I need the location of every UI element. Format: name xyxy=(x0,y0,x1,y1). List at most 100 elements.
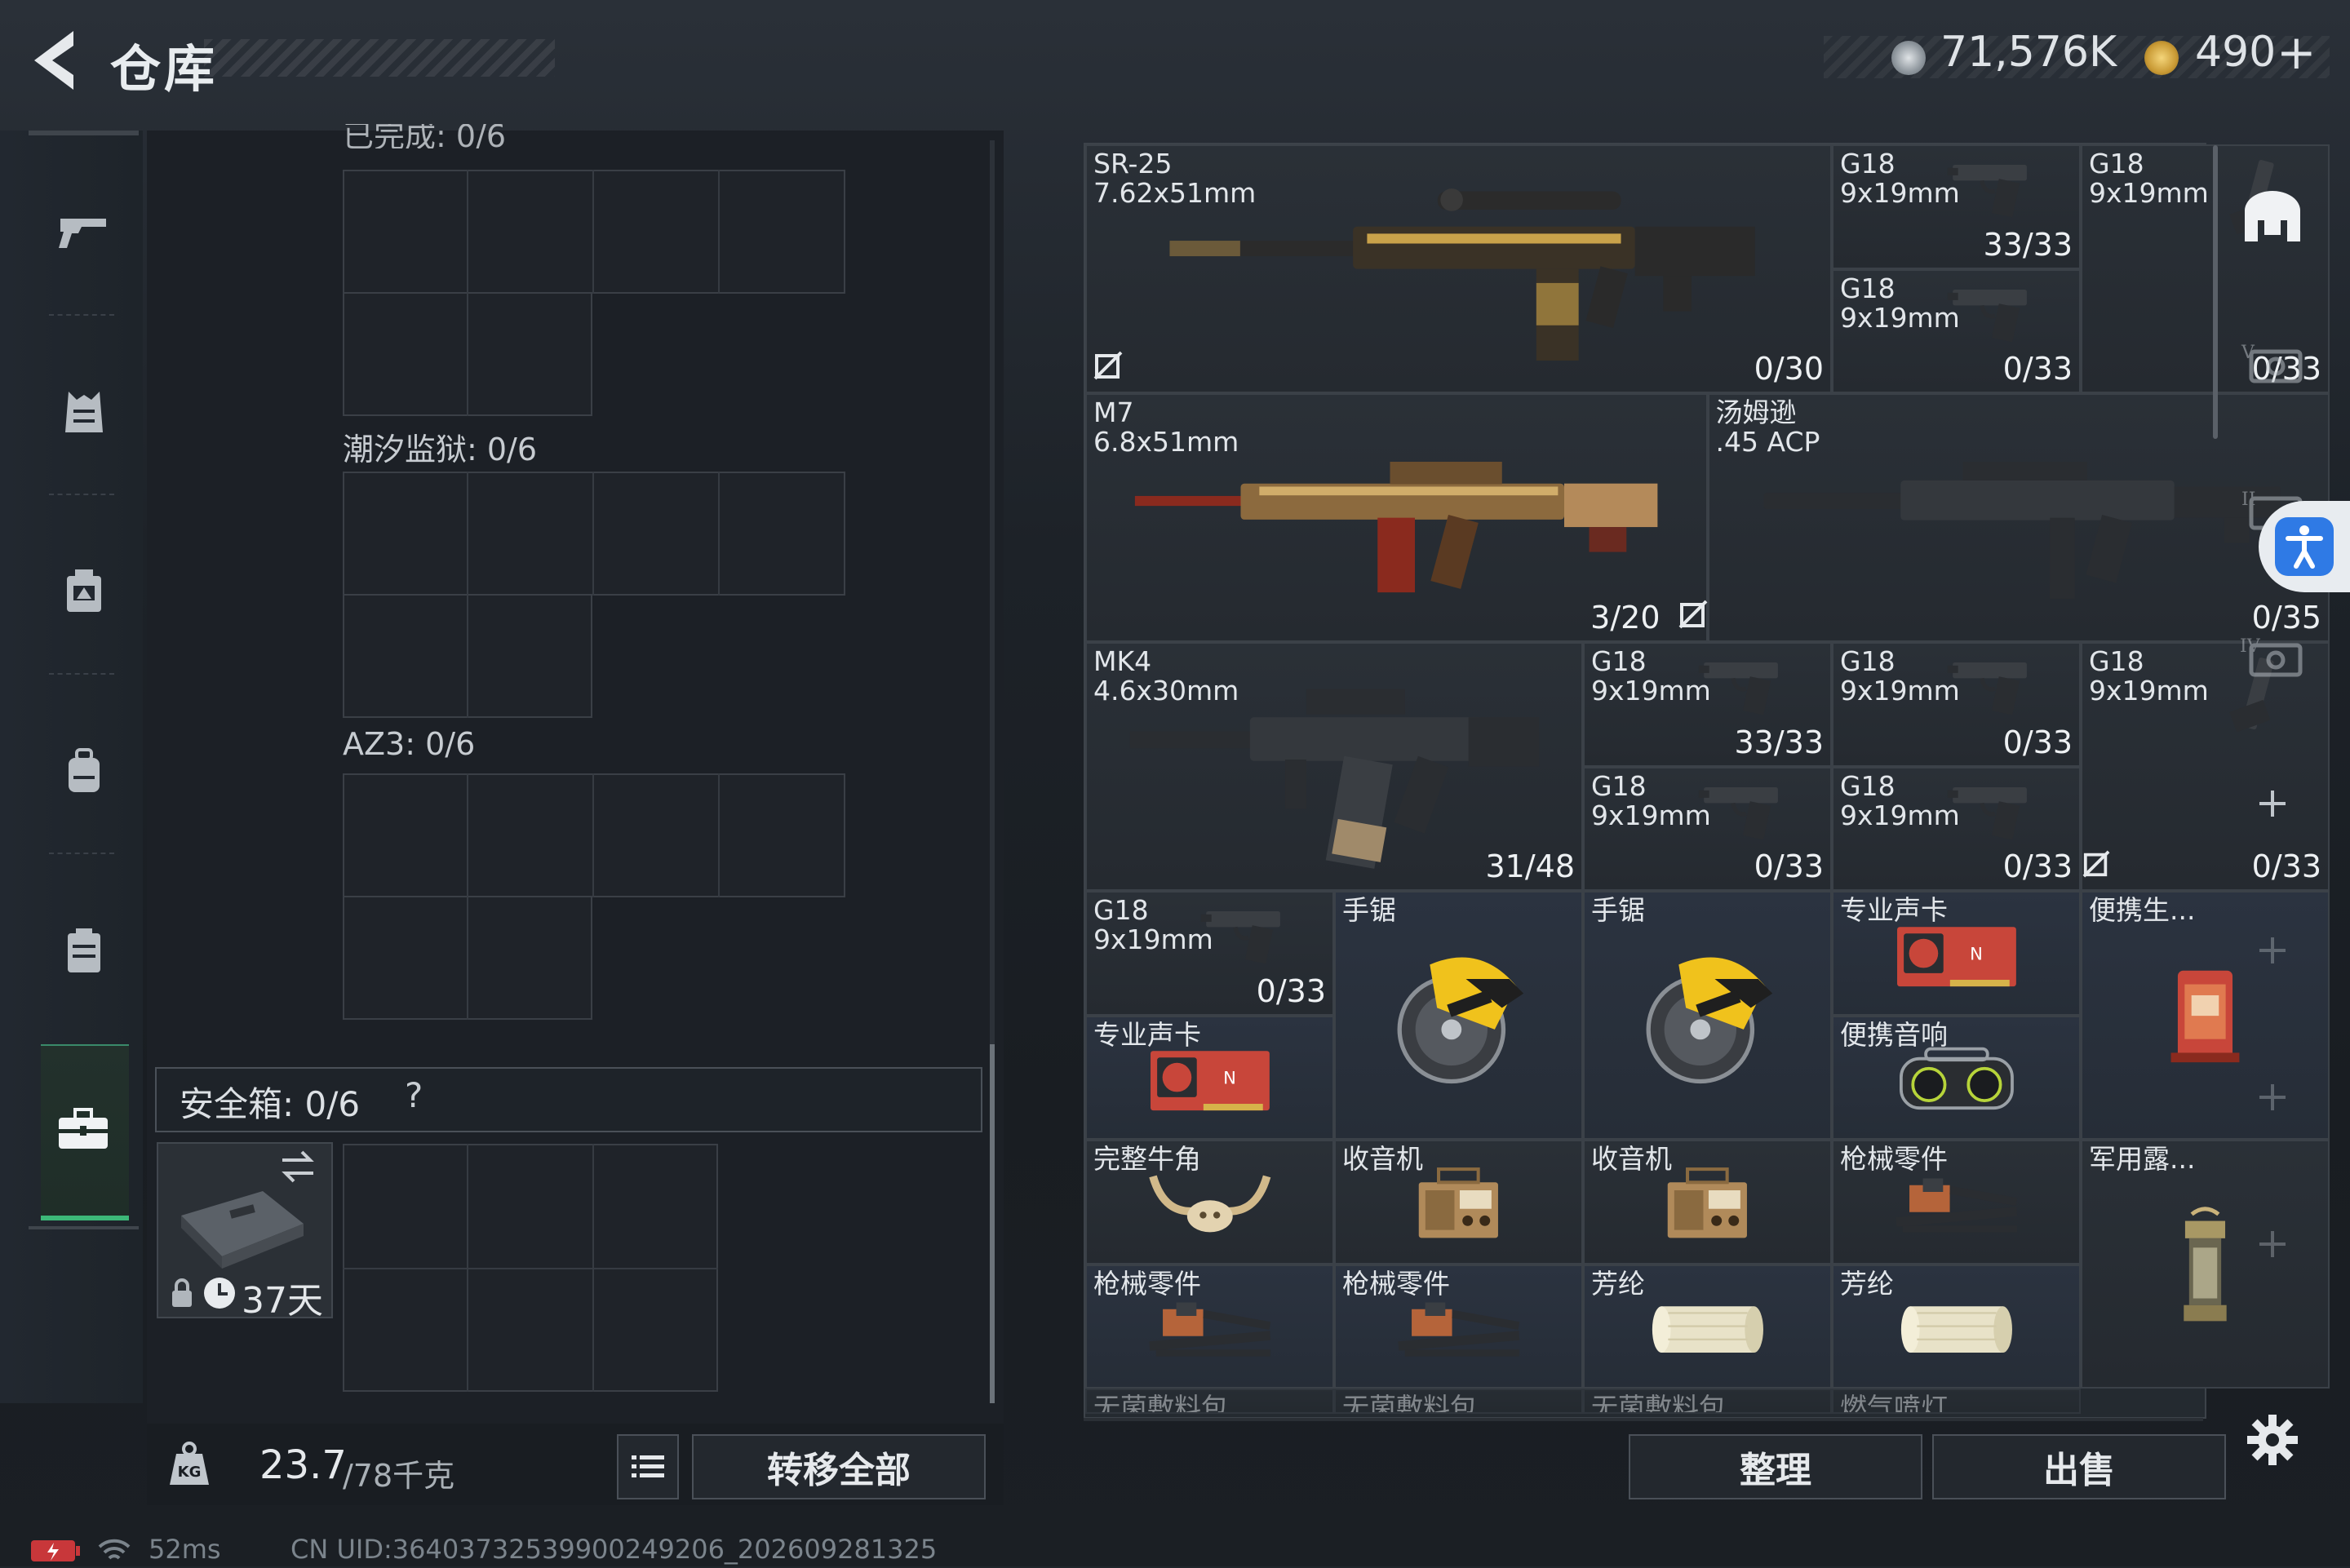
item-name: G18 9x19mm xyxy=(2089,148,2209,209)
safe-case-days: 37天 xyxy=(242,1280,323,1322)
back-arrow-icon xyxy=(34,31,73,90)
inventory-item-sr25[interactable]: SR-25 7.62x51mm 0/30 xyxy=(1085,144,1832,393)
container-scrollbar-thumb[interactable] xyxy=(990,1044,995,1403)
svg-text:N: N xyxy=(1970,943,1983,963)
gold-coin-icon xyxy=(2144,41,2179,75)
item-name: 枪械零件 xyxy=(1093,1267,1201,1300)
add-stash-button-locked[interactable] xyxy=(2228,906,2317,995)
stash-tab-1[interactable]: V xyxy=(2228,318,2317,408)
stash-tab-4[interactable]: IV xyxy=(2228,612,2317,702)
inventory-item-aramid1[interactable]: 芳纶 xyxy=(1583,1264,1832,1389)
back-button[interactable] xyxy=(24,24,90,98)
item-name: G18 9x19mm xyxy=(2089,645,2209,706)
accessibility-button[interactable] xyxy=(2259,501,2350,592)
gold-currency-value: 490 xyxy=(2195,28,2277,77)
swap-icon[interactable] xyxy=(277,1149,318,1188)
wifi-icon xyxy=(96,1535,132,1568)
inventory-item-radio2[interactable]: 收音机 xyxy=(1583,1140,1832,1265)
transfer-all-button[interactable]: 转移全部 xyxy=(692,1434,986,1499)
item-name: G18 9x19mm xyxy=(1093,894,1213,955)
inventory-item-portable-speaker[interactable]: 便携音响 xyxy=(1832,1015,2081,1140)
page-title: 仓库 xyxy=(110,39,219,99)
list-icon xyxy=(632,1455,664,1477)
item-name: 芳纶 xyxy=(1591,1267,1645,1300)
inventory-item-g18-b[interactable]: G18 9x19mm 0/33 xyxy=(1832,268,2081,393)
ammo-count: 0/33 xyxy=(1256,972,1326,1009)
inventory-item-g18-a[interactable]: G18 9x19mm 33/33 xyxy=(1832,144,2081,269)
add-stash-button-locked[interactable] xyxy=(2228,1052,2317,1142)
pouch-icon xyxy=(67,928,100,972)
item-name: 手锯 xyxy=(1591,894,1645,926)
inventory-item-gunparts2[interactable]: 枪械零件 xyxy=(1085,1264,1334,1389)
add-currency-button[interactable]: + xyxy=(2277,24,2317,80)
item-name: 便携生... xyxy=(2089,894,2196,926)
inventory-item-bandage3[interactable]: 无菌敷料包 xyxy=(1583,1389,1832,1414)
item-name: G18 9x19mm xyxy=(1840,148,1960,209)
accessibility-icon xyxy=(2275,517,2334,576)
add-stash-button[interactable] xyxy=(2228,759,2317,848)
item-name: 无菌敷料包 xyxy=(1591,1392,1726,1414)
section-label-top: 已完成: 0/6 xyxy=(343,124,506,148)
inventory-item-saw1[interactable]: 手锯 xyxy=(1334,891,1583,1140)
list-view-button[interactable] xyxy=(617,1434,679,1499)
inventory-item-mk4[interactable]: MK4 4.6x30mm 31/48 xyxy=(1085,642,1583,891)
ammo-count: 3/20 xyxy=(1590,600,1661,636)
item-name: 便携音响 xyxy=(1840,1018,1948,1051)
battery-icon xyxy=(29,1539,82,1566)
ammo-count: 0/33 xyxy=(2002,351,2073,387)
ammo-count: 0/33 xyxy=(2251,848,2321,884)
stash-tab-main[interactable] xyxy=(2228,171,2317,261)
plus-icon xyxy=(2259,1231,2286,1257)
inventory-item-g18-i[interactable]: G18 9x19mm 0/33 xyxy=(1085,891,1334,1016)
sidebar-item-weapon[interactable] xyxy=(29,184,139,281)
item-name: 汤姆逊 .45 ACP xyxy=(1715,396,1820,458)
inventory-item-aramid2[interactable]: 芳纶 xyxy=(1832,1264,2081,1389)
sidebar-item-chest-rig[interactable] xyxy=(29,543,139,640)
inventory-item-soundcard1[interactable]: N 专业声卡 xyxy=(1832,891,2081,1016)
inventory-item-torch[interactable]: 燃气喷灯 xyxy=(1832,1389,2081,1414)
grid-line xyxy=(718,170,720,294)
item-name: MK4 4.6x30mm xyxy=(1093,645,1239,706)
sort-button[interactable]: 整理 xyxy=(1629,1434,1922,1499)
inventory-item-g18-e[interactable]: G18 9x19mm 0/33 xyxy=(1832,642,2081,767)
inventory-item-radio1[interactable]: 收音机 xyxy=(1334,1140,1583,1265)
stash-bottom-edge xyxy=(1084,1418,2203,1421)
weight-current: 23.7 xyxy=(259,1442,347,1488)
inventory-item-gunparts3[interactable]: 枪械零件 xyxy=(1334,1264,1583,1389)
add-stash-button-locked[interactable] xyxy=(2228,1199,2317,1289)
item-name: 无菌敷料包 xyxy=(1093,1392,1228,1414)
inventory-item-g18-g[interactable]: G18 9x19mm 0/33 xyxy=(1583,766,1832,891)
stash-scrollbar[interactable] xyxy=(2213,145,2218,439)
ammo-count: 0/33 xyxy=(1754,848,1824,884)
clock-icon xyxy=(202,1276,237,1313)
sidebar-divider xyxy=(49,673,114,675)
settings-button[interactable] xyxy=(2228,1395,2317,1485)
grid-line xyxy=(592,773,594,897)
sidebar-bottom-line xyxy=(29,1226,139,1229)
sidebar-item-backpack[interactable] xyxy=(29,722,139,820)
inventory-item-horn[interactable]: 完整牛角 xyxy=(1085,1140,1334,1265)
sidebar-item-armor[interactable] xyxy=(29,363,139,461)
safe-box-help-button[interactable]: ? xyxy=(405,1075,423,1115)
safe-box-label: 安全箱: 0/6 xyxy=(180,1084,361,1124)
inventory-item-m7[interactable]: M7 6.8x51mm 3/20 xyxy=(1085,393,1708,642)
sidebar-top-line xyxy=(29,131,139,135)
item-name: 专业声卡 xyxy=(1840,894,1948,926)
backpack-icon xyxy=(68,748,100,792)
sidebar-item-container[interactable] xyxy=(29,901,139,999)
inventory-item-bandage2[interactable]: 无菌敷料包 xyxy=(1334,1389,1583,1414)
inventory-item-g18-h[interactable]: G18 9x19mm 0/33 xyxy=(1832,766,2110,891)
inventory-item-soundcard2[interactable]: N 专业声卡 xyxy=(1085,1015,1334,1140)
ammo-count: 0/33 xyxy=(2002,724,2073,760)
inventory-item-g18-d[interactable]: G18 9x19mm 33/33 xyxy=(1583,642,1832,767)
grid-row xyxy=(343,472,845,596)
sidebar-divider xyxy=(49,853,114,854)
inventory-item-saw2[interactable]: 手锯 xyxy=(1583,891,1832,1140)
plus-icon xyxy=(2259,937,2286,963)
sell-button[interactable]: 出售 xyxy=(1932,1434,2226,1499)
inventory-item-gunparts1[interactable]: 枪械零件 xyxy=(1832,1140,2081,1265)
lock-icon xyxy=(170,1278,194,1312)
inventory-item-bandage1[interactable]: 无菌敷料包 xyxy=(1085,1389,1334,1414)
weight-max: /78千克 xyxy=(343,1458,455,1494)
ammo-count: 33/33 xyxy=(1983,226,2073,263)
